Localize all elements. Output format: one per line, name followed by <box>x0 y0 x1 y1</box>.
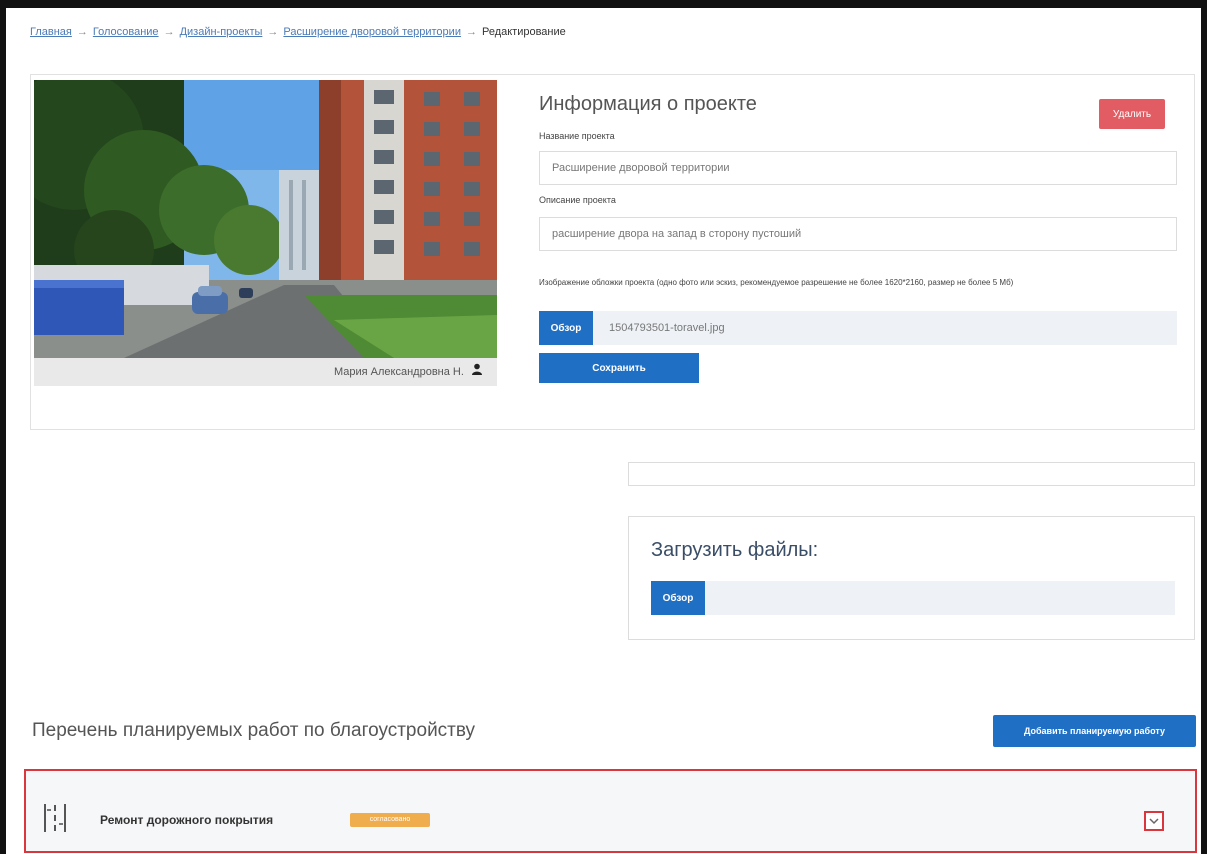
breadcrumb-project[interactable]: Расширение дворовой территории <box>283 26 461 38</box>
selected-file-name: 1504793501-toravel.jpg <box>609 322 725 334</box>
breadcrumb: Главная → Голосование → Дизайн-проекты → Расши… <box>30 26 566 38</box>
project-description-label: Описание проекта <box>539 195 616 205</box>
planned-work-name: Ремонт дорожного покрытия <box>100 813 274 827</box>
courtyard-photo-image <box>34 80 497 358</box>
breadcrumb-separator: → <box>76 26 88 38</box>
work-status-badge: согласовано <box>350 813 430 827</box>
project-info-panel: Мария Александровна Н. Информация о прое… <box>30 74 1195 430</box>
browse-files-button[interactable]: Обзор <box>651 581 705 615</box>
breadcrumb-home[interactable]: Главная <box>30 26 72 38</box>
road-repair-icon <box>42 803 68 838</box>
cover-file-input[interactable]: Обзор 1504793501-toravel.jpg <box>539 311 1177 345</box>
delete-project-button[interactable]: Удалить <box>1099 99 1165 129</box>
user-icon <box>471 358 483 386</box>
empty-field[interactable] <box>628 462 1195 486</box>
upload-file-input[interactable]: Обзор <box>651 581 1175 615</box>
photo-author-bar: Мария Александровна Н. <box>34 358 497 386</box>
breadcrumb-separator: → <box>465 26 477 38</box>
project-info-title: Информация о проекте <box>539 93 757 115</box>
planned-work-item[interactable]: Ремонт дорожного покрытия согласовано <box>24 769 1197 853</box>
breadcrumb-separator: → <box>163 26 175 38</box>
planned-works-title: Перечень планируемых работ по благоустро… <box>32 720 476 741</box>
photo-author-name: Мария Александровна Н. <box>334 366 464 378</box>
chevron-down-icon <box>1149 818 1159 825</box>
upload-files-title: Загрузить файлы: <box>651 539 819 561</box>
upload-files-panel: Загрузить файлы: Обзор <box>628 516 1195 640</box>
breadcrumb-separator: → <box>267 26 279 38</box>
project-name-input[interactable]: Расширение дворовой территории <box>539 151 1177 185</box>
breadcrumb-current: Редактирование <box>481 26 566 38</box>
project-description-input[interactable]: расширение двора на запад в сторону пуст… <box>539 217 1177 251</box>
save-button[interactable]: Сохранить <box>539 353 699 383</box>
add-planned-work-button[interactable]: Добавить планируемую работу <box>993 715 1196 747</box>
browse-cover-button[interactable]: Обзор <box>539 311 593 345</box>
breadcrumb-voting[interactable]: Голосование <box>93 26 159 38</box>
project-photo <box>34 80 497 358</box>
project-name-label: Название проекта <box>539 131 615 141</box>
breadcrumb-design-projects[interactable]: Дизайн-проекты <box>180 26 263 38</box>
expand-work-button[interactable] <box>1144 811 1164 831</box>
image-hint-text: Изображение обложки проекта (одно фото и… <box>539 278 1014 287</box>
